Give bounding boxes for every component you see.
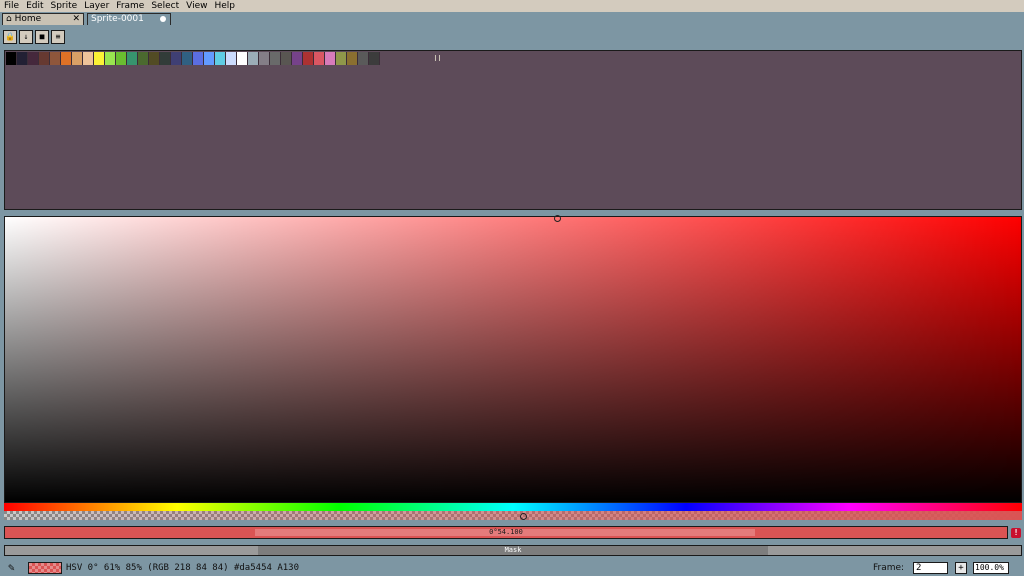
menu-bar: File Edit Sprite Layer Frame Select View Help — [0, 0, 1024, 12]
menu-layer[interactable]: Layer — [80, 0, 112, 12]
spectrum-cursor[interactable] — [554, 215, 561, 222]
color-spectrum[interactable] — [4, 215, 1022, 503]
alpha-slider[interactable] — [4, 511, 1022, 520]
palette-swatch[interactable] — [347, 52, 358, 65]
palette-swatch[interactable] — [281, 52, 292, 65]
menu-help[interactable]: Help — [210, 0, 238, 12]
lock-icon[interactable]: 🔒 — [3, 30, 17, 44]
hue-slider[interactable] — [4, 503, 1022, 511]
palette-swatch[interactable] — [193, 52, 204, 65]
palette-swatch[interactable] — [149, 52, 160, 65]
palette-panel — [4, 50, 1022, 210]
home-icon: ⌂ — [6, 14, 12, 24]
menu-view[interactable]: View — [182, 0, 210, 12]
alpha-cursor[interactable] — [520, 513, 527, 520]
palette-swatch[interactable] — [204, 52, 215, 65]
palette-swatch[interactable] — [116, 52, 127, 65]
palette-swatch[interactable] — [314, 52, 325, 65]
status-bar: ✎ HSV 0° 61% 85% (RGB 218 84 84) #da5454… — [0, 560, 1024, 576]
menu-frame[interactable]: Frame — [112, 0, 147, 12]
menu-edit[interactable]: Edit — [22, 0, 46, 12]
palette-swatch[interactable] — [6, 52, 17, 65]
palette-swatch[interactable] — [336, 52, 347, 65]
palette-swatch[interactable] — [17, 52, 28, 65]
foreground-color-swatch[interactable] — [28, 562, 62, 574]
palette-swatch[interactable] — [105, 52, 116, 65]
palette-swatch[interactable] — [182, 52, 193, 65]
color-info-text: HSV 0° 61% 85% (RGB 218 84 84) #da5454 A… — [66, 563, 299, 573]
color-entry-value: 0°54.100 — [489, 528, 523, 536]
tab-sprite[interactable]: Sprite-0001 — [87, 13, 171, 25]
palette-swatch[interactable] — [61, 52, 72, 65]
frame-label: Frame: — [873, 563, 905, 573]
square-icon[interactable]: ■ — [35, 30, 49, 44]
palette-swatch[interactable] — [325, 52, 336, 65]
palette-swatch[interactable] — [94, 52, 105, 65]
palette-swatch[interactable] — [138, 52, 149, 65]
palette-swatch[interactable] — [237, 52, 248, 65]
palette-swatch[interactable] — [270, 52, 281, 65]
palette-resize-grip-icon[interactable] — [435, 55, 440, 61]
tab-home[interactable]: ⌂ Home ✕ — [2, 13, 84, 25]
warning-icon[interactable]: ! — [1011, 528, 1021, 538]
palette-swatch[interactable] — [50, 52, 61, 65]
palette-swatch[interactable] — [39, 52, 50, 65]
palette-swatch[interactable] — [303, 52, 314, 65]
palette-swatch[interactable] — [248, 52, 259, 65]
palette-swatch[interactable] — [226, 52, 237, 65]
add-frame-button[interactable]: + — [955, 562, 967, 574]
tab-strip: ⌂ Home ✕ Sprite-0001 — [0, 12, 1024, 25]
zoom-input[interactable]: 100.0% — [973, 562, 1009, 574]
palette-swatch[interactable] — [215, 52, 226, 65]
palette-swatch[interactable] — [127, 52, 138, 65]
tab-sprite-label: Sprite-0001 — [91, 14, 144, 24]
palette-swatch[interactable] — [358, 52, 369, 65]
palette-swatch[interactable] — [369, 52, 380, 65]
eyedropper-icon[interactable]: ✎ — [8, 561, 15, 574]
palette-swatch[interactable] — [292, 52, 303, 65]
palette-swatch[interactable] — [28, 52, 39, 65]
menu-file[interactable]: File — [0, 0, 22, 12]
download-icon[interactable]: ↓ — [19, 30, 33, 44]
frame-input[interactable]: 2 — [913, 562, 948, 574]
mask-bar[interactable]: Mask — [4, 545, 1022, 556]
color-entry-field[interactable]: 0°54.100 — [4, 526, 1008, 539]
palette-swatch[interactable] — [160, 52, 171, 65]
tab-home-label: Home — [14, 14, 42, 24]
menu-sprite[interactable]: Sprite — [47, 0, 81, 12]
palette-swatch[interactable] — [83, 52, 94, 65]
palette-swatch[interactable] — [171, 52, 182, 65]
menu-select[interactable]: Select — [147, 0, 182, 12]
modified-dot-icon[interactable] — [160, 16, 166, 22]
mask-label: Mask — [504, 546, 522, 554]
menu-icon[interactable]: ≡ — [51, 30, 65, 44]
close-icon[interactable]: ✕ — [72, 14, 80, 24]
palette-swatch[interactable] — [72, 52, 83, 65]
palette-toolbar: 🔒 ↓ ■ ≡ — [3, 30, 65, 44]
palette-swatches — [6, 52, 380, 65]
palette-swatch[interactable] — [259, 52, 270, 65]
